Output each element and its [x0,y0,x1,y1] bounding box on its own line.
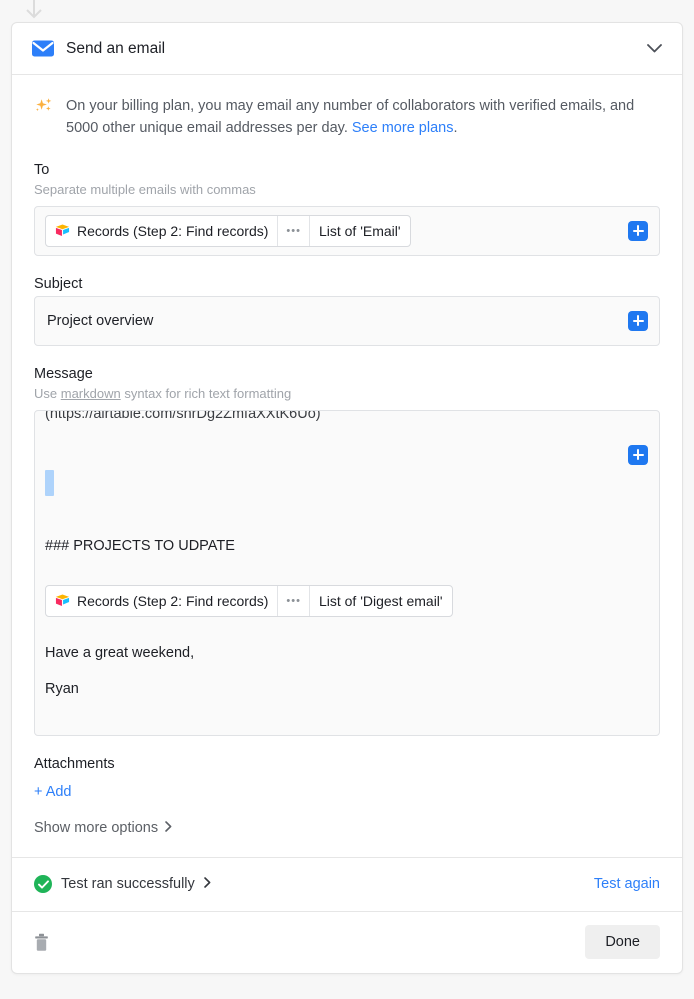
hint-suffix: syntax for rich text formatting [120,385,292,401]
attachments-group: Attachments + Add [34,756,660,801]
chevron-down-icon[interactable] [644,39,664,59]
status-badge: Test ran successfully [61,876,195,893]
subject-field-label: Subject [34,275,83,292]
notice-text-end: . [453,120,458,137]
notice-text-main: On your billing plan, you may email any … [66,98,635,137]
trash-icon[interactable] [34,931,54,953]
chip-value-label[interactable]: List of 'Digest email' [308,585,452,616]
to-insert-token-button[interactable] [628,220,648,241]
show-more-options-button[interactable]: Show more options [34,820,172,836]
message-clipped-url-line: (https://airtable.com/shrDg2ZmfaXXtK6Uo) [45,409,321,422]
message-field-hint: Use markdown syntax for rich text format… [34,386,660,401]
card-header[interactable]: Send an email [12,23,682,75]
message-input[interactable]: (https://airtable.com/shrDg2ZmfaXXtK6Uo)… [34,409,660,736]
to-field-label: To [34,161,50,178]
arrow-down-icon [26,0,42,19]
to-field-group: To Separate multiple emails with commas … [34,162,660,256]
message-heading-line: ### PROJECTS TO UDPATE [45,537,235,554]
chevron-right-icon [165,820,172,836]
page-title: Send an email [66,39,166,57]
text-selection-caret [45,469,54,496]
done-button[interactable]: Done [585,925,660,960]
message-name-line: Ryan [45,680,79,697]
send-email-action-card: Send an email On your billing plan, you … [11,22,683,974]
attachments-label: Attachments [34,755,115,772]
chip-source-segment[interactable]: Records (Step 2: Find records) [46,216,277,246]
to-field-hint: Separate multiple emails with commas [34,181,256,197]
to-input[interactable]: Records (Step 2: Find records) ••• List … [34,205,660,256]
chip-options-icon[interactable]: ••• [277,215,309,246]
card-footer: Done [12,910,682,973]
token-chip-email[interactable]: Records (Step 2: Find records) ••• List … [45,214,411,247]
add-attachment-button[interactable]: + Add [34,784,72,800]
billing-notice: On your billing plan, you may email any … [34,95,660,140]
chip-source-segment[interactable]: Records (Step 2: Find records) [46,586,277,616]
subject-field-group: Subject Project overview [34,276,660,346]
message-signoff-line: Have a great weekend, [45,644,195,661]
message-field-label: Message [34,365,93,382]
chevron-right-icon [203,875,211,893]
envelope-icon [32,38,54,60]
markdown-link[interactable]: markdown [61,386,121,401]
hint-prefix: Use [34,385,61,401]
message-insert-token-button[interactable] [628,444,648,465]
sparkles-icon [34,96,56,121]
test-again-button[interactable]: Test again [594,876,660,892]
chip-value-label[interactable]: List of 'Email' [308,215,410,246]
chip-source-label: Records (Step 2: Find records) [77,222,269,239]
subject-insert-token-button[interactable] [628,310,648,331]
chip-source-label: Records (Step 2: Find records) [77,592,269,609]
show-more-options-label: Show more options [34,819,159,836]
billing-notice-text: On your billing plan, you may email any … [66,95,660,140]
message-field-group: Message Use markdown syntax for rich tex… [34,366,660,736]
airtable-records-icon [55,223,70,238]
subject-input[interactable]: Project overview [34,295,660,346]
message-content: (https://airtable.com/shrDg2ZmfaXXtK6Uo)… [45,411,611,700]
show-more-options-row: Show more options [34,819,660,857]
subject-input-value: Project overview [47,312,154,329]
airtable-records-icon [55,593,70,608]
token-chip-digest-email[interactable]: Records (Step 2: Find records) ••• List … [45,584,453,617]
card-body: On your billing plan, you may email any … [12,75,682,857]
test-status-bar: Test ran successfully Test again [12,856,682,911]
check-circle-icon [34,875,52,894]
flow-connector [0,0,694,22]
chip-options-icon[interactable]: ••• [277,585,309,616]
see-more-plans-link[interactable]: See more plans [352,120,454,136]
test-status-button[interactable]: Test ran successfully [34,875,594,894]
